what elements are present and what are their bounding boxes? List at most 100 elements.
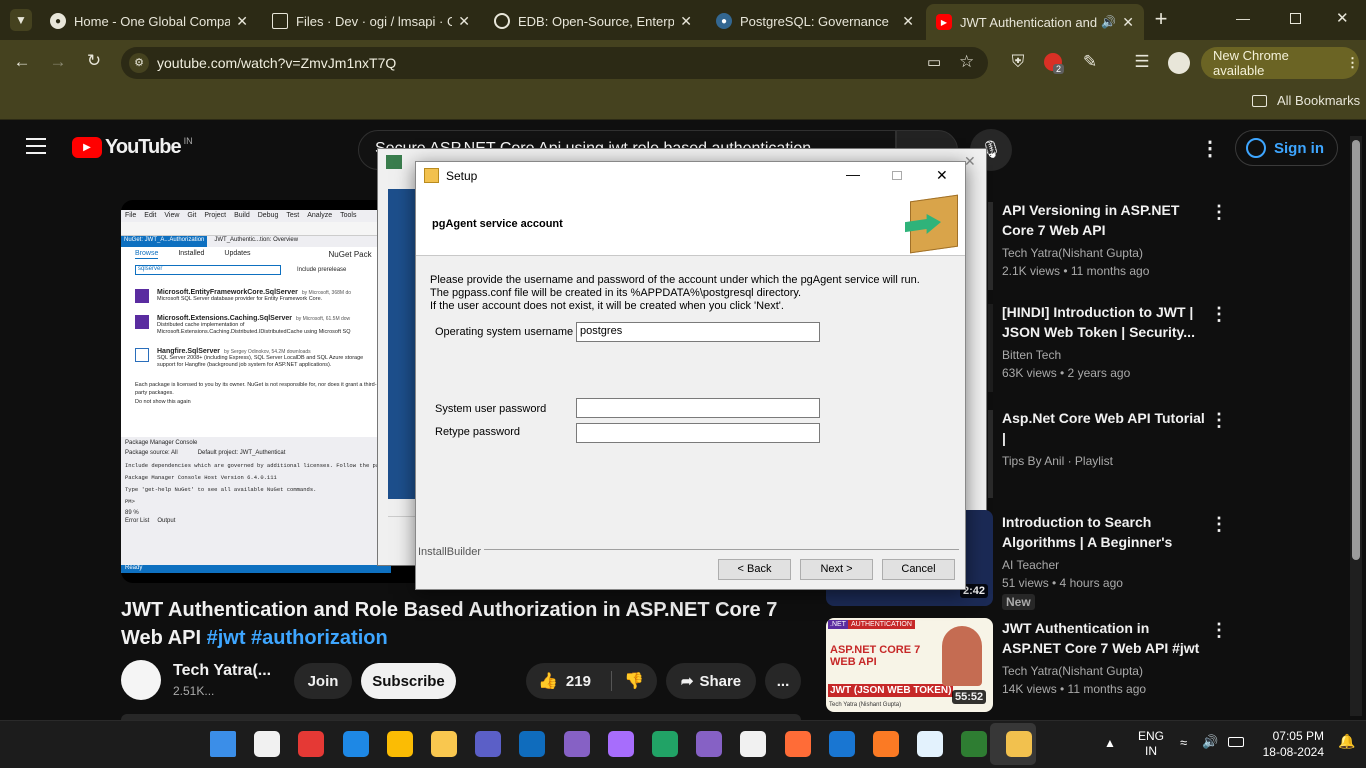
site-settings-icon[interactable]: ⚙ <box>129 53 149 73</box>
close-icon[interactable]: ✕ <box>1122 14 1134 31</box>
bookmark-star-icon[interactable]: ☆ <box>959 52 974 72</box>
edge-icon[interactable] <box>342 731 369 757</box>
minimize-icon[interactable]: — <box>846 166 860 182</box>
close-window-icon[interactable]: ✕ <box>1336 9 1349 27</box>
address-bar[interactable]: ⚙ youtube.com/watch?v=ZmvJm1nxT7Q ▭ ☆ <box>121 47 988 79</box>
extensions-puzzle-icon[interactable]: ✎ <box>1080 52 1100 72</box>
teams-icon[interactable] <box>475 731 502 757</box>
rec-thumbnail[interactable] <box>988 410 993 498</box>
show-hidden-icons[interactable]: ▲ <box>1104 736 1116 750</box>
xampp-icon[interactable] <box>873 731 899 757</box>
close-icon[interactable]: ✕ <box>680 13 692 30</box>
youtube-logo-icon: ▶ <box>72 137 102 158</box>
postman-icon[interactable] <box>784 731 811 757</box>
dislike-icon[interactable]: 👎 <box>610 671 644 691</box>
stackbuilder-icon[interactable] <box>961 731 988 757</box>
all-bookmarks[interactable]: All Bookmarks <box>1252 93 1360 108</box>
sign-in-button[interactable]: Sign in <box>1235 130 1338 166</box>
notepad-icon[interactable] <box>917 731 944 757</box>
recommendation-item[interactable]: API Versioning in ASP.NET Core 7 Web API… <box>1002 200 1207 280</box>
rec-more-icon[interactable]: ⋮ <box>1210 304 1228 325</box>
page-scrollbar[interactable] <box>1350 136 1362 716</box>
shield-extension-icon[interactable]: ⛨ <box>1008 52 1028 72</box>
install-app-icon[interactable]: ▭ <box>927 53 941 71</box>
forward-icon[interactable]: → <box>48 52 68 72</box>
rec-more-icon[interactable]: ⋮ <box>1210 202 1228 223</box>
video-hashtags[interactable]: #jwt #authorization <box>207 627 388 649</box>
recommendation-item[interactable]: Asp.Net Core Web API Tutorial | Claims/C… <box>1002 408 1207 470</box>
close-icon[interactable]: ✕ <box>936 167 948 184</box>
browser-tab-active[interactable]: ▶ JWT Authentication and 🔊 ✕ <box>926 4 1144 40</box>
vs-preview-icon[interactable] <box>696 731 723 757</box>
thumb-line1: ASP.NET CORE 7 <box>830 644 921 656</box>
setup-icon[interactable] <box>1005 731 1032 757</box>
youtube-logo[interactable]: ▶ YouTube IN <box>72 136 193 159</box>
browser-tab[interactable]: Files · Dev · ogi / lmsapi · Git ✕ <box>262 6 480 36</box>
speaker-icon[interactable]: 🔊 <box>1101 15 1116 29</box>
rec-thumbnail[interactable] <box>988 202 993 290</box>
media-controls-icon[interactable]: ☰ <box>1132 52 1152 72</box>
password-label: System user password <box>435 403 547 415</box>
visual-studio-icon[interactable] <box>563 731 590 757</box>
join-button[interactable]: Join <box>294 663 352 699</box>
new-tab-button[interactable]: + <box>1150 6 1172 32</box>
rec-meta: 51 views • 4 hours ago <box>1002 576 1123 590</box>
tab-search-button[interactable]: ▼ <box>10 9 32 31</box>
close-icon[interactable]: ✕ <box>902 13 914 30</box>
volume-icon[interactable]: 🔊 <box>1202 734 1218 750</box>
language-indicator[interactable]: ENG IN <box>1138 729 1164 759</box>
menu-icon[interactable] <box>26 138 46 154</box>
rec-thumbnail[interactable] <box>988 304 993 392</box>
nuget-package-row: Microsoft.EntityFrameworkCore.SqlServer b… <box>135 289 377 303</box>
share-button[interactable]: ➦ Share <box>666 663 756 699</box>
minimize-icon[interactable]: — <box>1236 10 1250 26</box>
outlook-icon[interactable] <box>519 731 546 757</box>
notifications-icon[interactable]: 🔔 <box>1338 733 1355 750</box>
close-icon[interactable]: ✕ <box>236 13 248 30</box>
github-desktop-icon[interactable] <box>740 731 767 757</box>
password-field[interactable] <box>576 398 820 418</box>
ide-window: File Edit View Git Project Build Debug Test Anal… <box>121 210 391 573</box>
rec-more-icon[interactable]: ⋮ <box>1210 514 1228 535</box>
reload-icon[interactable]: ↻ <box>84 51 104 71</box>
username-field[interactable]: postgres <box>576 322 820 342</box>
next-button[interactable]: Next > <box>800 559 873 580</box>
visual-studio-icon-2[interactable] <box>607 731 634 757</box>
wifi-icon[interactable]: ≈ <box>1180 735 1187 750</box>
back-icon[interactable]: ← <box>12 52 32 72</box>
explorer-icon[interactable] <box>431 731 457 757</box>
scrollbar-thumb[interactable] <box>1352 140 1360 560</box>
clock[interactable]: 07:05 PM 18-08-2024 <box>1256 728 1324 760</box>
close-icon[interactable]: ✕ <box>458 13 470 30</box>
browser-tab[interactable]: EDB: Open-Source, Enterpris ✕ <box>484 6 702 36</box>
cancel-button[interactable]: Cancel <box>882 559 955 580</box>
start-icon[interactable] <box>210 731 236 757</box>
windhawk-icon[interactable] <box>254 731 281 757</box>
browser-tab[interactable]: ● PostgreSQL: Governance ✕ <box>706 6 924 36</box>
recommendation-item[interactable]: [HINDI] Introduction to JWT | JSON Web T… <box>1002 302 1207 382</box>
back-button[interactable]: < Back <box>718 559 791 580</box>
battery-icon[interactable] <box>1228 737 1244 747</box>
rec-more-icon[interactable]: ⋮ <box>1210 410 1228 431</box>
like-button[interactable]: 👍 219 👎 <box>526 663 657 699</box>
excel-icon[interactable] <box>652 731 678 757</box>
record-icon[interactable] <box>298 731 325 757</box>
more-actions-button[interactable]: ... <box>765 663 801 699</box>
rec-more-icon[interactable]: ⋮ <box>1210 620 1228 641</box>
defender-icon[interactable] <box>828 731 855 757</box>
description-line: If the user account does not exist, it w… <box>430 300 784 312</box>
recommendation-item[interactable]: Introduction to Search Algorithms | A Be… <box>1002 512 1207 611</box>
tab-title: JWT Authentication and <box>960 14 1098 30</box>
rec-meta: 2.1K views • 11 months ago <box>1002 264 1150 278</box>
chrome-icon[interactable] <box>386 731 413 757</box>
settings-more-icon[interactable]: ⋮ <box>1200 136 1220 161</box>
chrome-update-button[interactable]: New Chrome available ⋮ <box>1201 47 1359 79</box>
channel-avatar[interactable] <box>121 660 161 700</box>
browser-tab[interactable]: ● Home - One Global Compan ✕ <box>40 6 258 36</box>
channel-name[interactable]: Tech Yatra(... <box>173 662 271 680</box>
subscribe-button[interactable]: Subscribe <box>361 663 456 699</box>
restore-icon[interactable] <box>1290 13 1301 24</box>
retype-password-field[interactable] <box>576 423 820 443</box>
recommendation-item[interactable]: JWT Authentication in ASP.NET Core 7 Web… <box>1002 618 1207 698</box>
profile-avatar[interactable] <box>1168 52 1190 74</box>
